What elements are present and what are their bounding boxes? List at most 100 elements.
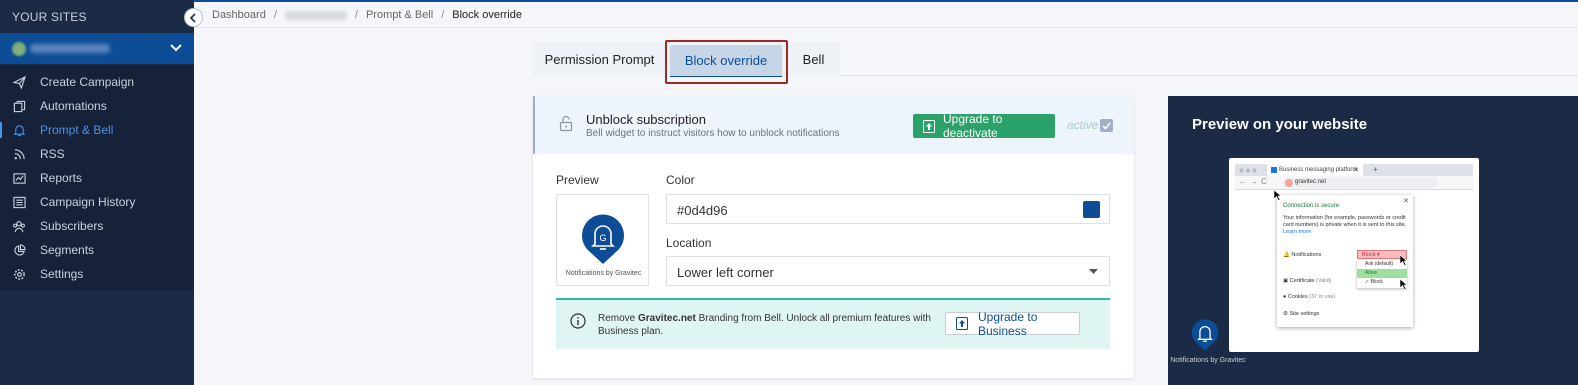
new-tab-icon: + — [1373, 165, 1378, 174]
connection-secure-text: Connection is secure — [1283, 203, 1340, 209]
breadcrumb: Dashboard / / Prompt & Bell / Block over… — [212, 9, 522, 21]
close-icon: ✕ — [1353, 167, 1359, 174]
business-button-label: Upgrade to Business — [978, 309, 1038, 338]
list-icon — [12, 195, 26, 209]
browser-tab-title: Business messaging platform — [1279, 167, 1358, 173]
site-info-popup: Connection is secure ✕ Your information … — [1277, 195, 1413, 327]
location-label: Location — [666, 236, 712, 250]
top-accent-bar — [0, 0, 1578, 2]
tab-permission-prompt[interactable]: Permission Prompt — [533, 42, 666, 76]
users-icon — [12, 219, 26, 233]
sidebar-item-label: Subscribers — [40, 219, 104, 233]
header-divider — [194, 27, 1578, 28]
bell-widget-icon — [1191, 319, 1219, 351]
sidebar-lower-area — [0, 290, 194, 385]
sidebar-item-subscribers[interactable]: Subscribers — [0, 214, 194, 238]
preview-label: Preview — [556, 173, 599, 187]
site-settings-row: ⚙ Site settings — [1283, 311, 1320, 317]
sidebar-item-label: Automations — [40, 99, 107, 113]
sidebar-item-label: Reports — [40, 171, 83, 185]
browser-url-bar: ←→C gravitec.net — [1235, 176, 1473, 190]
sidebar-item-label: RSS — [40, 147, 65, 161]
lock-icon — [1285, 179, 1293, 187]
sidebar-item-settings[interactable]: Settings — [0, 262, 194, 286]
preview-bell-caption: Notifications by Gravitec — [1170, 357, 1246, 364]
browser-nav-icons: ←→C — [1239, 177, 1270, 186]
sidebar-heading: YOUR SITES — [12, 10, 87, 24]
certificate-icon: ▣ — [1283, 278, 1290, 284]
sidebar-item-create-campaign[interactable]: Create Campaign — [0, 70, 194, 94]
sidebar-item-campaign-history[interactable]: Campaign History — [0, 190, 194, 214]
browser-tab: Business messaging platform ✕ — [1267, 164, 1363, 176]
site-avatar — [12, 42, 26, 56]
pie-icon — [12, 243, 26, 257]
bell-icon — [12, 123, 26, 137]
website-preview-panel: Preview on your website Business messagi… — [1168, 96, 1578, 385]
bell-caption: Notifications by Gravitec — [565, 270, 642, 277]
chevron-down-icon — [170, 44, 182, 52]
connection-info-text: Your information (for example, passwords… — [1283, 215, 1407, 235]
card-title: Unblock subscription — [586, 112, 706, 127]
learn-more-link: Learn more — [1283, 229, 1312, 235]
window-dots-icon — [1239, 168, 1257, 173]
info-icon — [570, 313, 586, 329]
notifications-row: 🔔 Notifications — [1283, 252, 1322, 258]
color-field[interactable]: #0d4d96 — [666, 194, 1110, 224]
tab-bell[interactable]: Bell — [787, 42, 840, 76]
block-override-card: Unblock subscription Bell widget to inst… — [533, 96, 1134, 378]
card-subtitle: Bell widget to instruct visitors how to … — [586, 128, 840, 139]
breadcrumb-current: Block override — [452, 9, 522, 21]
sidebar-item-rss[interactable]: RSS — [0, 142, 194, 166]
color-value: #0d4d96 — [677, 203, 728, 218]
favicon-icon — [1271, 167, 1277, 173]
cursor-icon — [1400, 255, 1408, 266]
certificate-row: ▣ Certificate (Valid) — [1283, 278, 1332, 284]
upgrade-to-deactivate-button[interactable]: Upgrade to deactivate — [913, 112, 1055, 140]
rss-icon — [12, 147, 26, 161]
svg-text:G: G — [599, 233, 606, 243]
active-status-label: active — [1067, 118, 1099, 132]
upgrade-arrow-icon — [956, 317, 968, 330]
breadcrumb-dashboard[interactable]: Dashboard — [212, 9, 266, 21]
cursor-icon — [1274, 190, 1282, 201]
paper-plane-icon — [12, 75, 26, 89]
tab-block-override[interactable]: Block override — [670, 45, 782, 77]
upgrade-arrow-icon — [923, 119, 935, 133]
breadcrumb-separator: / — [273, 9, 277, 21]
card-header: Unblock subscription Bell widget to inst… — [533, 96, 1134, 154]
gear-icon — [12, 267, 26, 281]
location-value: Lower left corner — [677, 265, 774, 280]
sidebar-item-segments[interactable]: Segments — [0, 238, 194, 262]
sidebar-item-label: Segments — [40, 243, 95, 257]
site-name-blurred — [30, 44, 110, 53]
browser-url: gravitec.net — [1283, 178, 1438, 188]
breadcrumb-site-blurred[interactable] — [284, 10, 347, 20]
site-selector[interactable] — [0, 33, 194, 64]
color-swatch[interactable] — [1083, 201, 1100, 218]
sidebar-item-automations[interactable]: Automations — [0, 94, 194, 118]
url-text: gravitec.net — [1295, 179, 1327, 185]
business-promo-banner: Remove Gravitec.net Branding from Bell. … — [556, 298, 1110, 349]
sidebar-nav: Create Campaign Automations Prompt & Bel… — [0, 70, 194, 286]
active-checkbox[interactable] — [1100, 119, 1113, 132]
copy-icon — [12, 99, 26, 113]
location-select[interactable]: Lower left corner — [666, 256, 1110, 286]
promo-text: Remove Gravitec.net Branding from Bell. … — [598, 313, 931, 337]
cursor-icon — [1400, 279, 1408, 290]
sidebar-item-label: Create Campaign — [40, 75, 135, 89]
breadcrumb-prompt-bell[interactable]: Prompt & Bell — [366, 9, 433, 21]
promo-brand: Gravitec.net — [638, 313, 696, 324]
upgrade-button-label: Upgrade to deactivate — [943, 112, 1003, 140]
sidebar-item-label: Prompt & Bell — [40, 123, 114, 137]
sidebar-item-reports[interactable]: Reports — [0, 166, 194, 190]
check-icon — [1102, 121, 1111, 130]
chevron-left-icon — [189, 12, 196, 23]
sidebar-item-prompt-bell[interactable]: Prompt & Bell — [0, 118, 194, 142]
chart-icon — [12, 171, 26, 185]
browser-mockup: Business messaging platform ✕ + ←→C grav… — [1229, 158, 1479, 352]
unlock-icon — [559, 115, 573, 132]
collapse-sidebar-button[interactable] — [184, 8, 203, 27]
color-label: Color — [666, 173, 695, 187]
upgrade-to-business-button[interactable]: Upgrade to Business — [945, 309, 1080, 338]
breadcrumb-separator: / — [354, 9, 358, 21]
